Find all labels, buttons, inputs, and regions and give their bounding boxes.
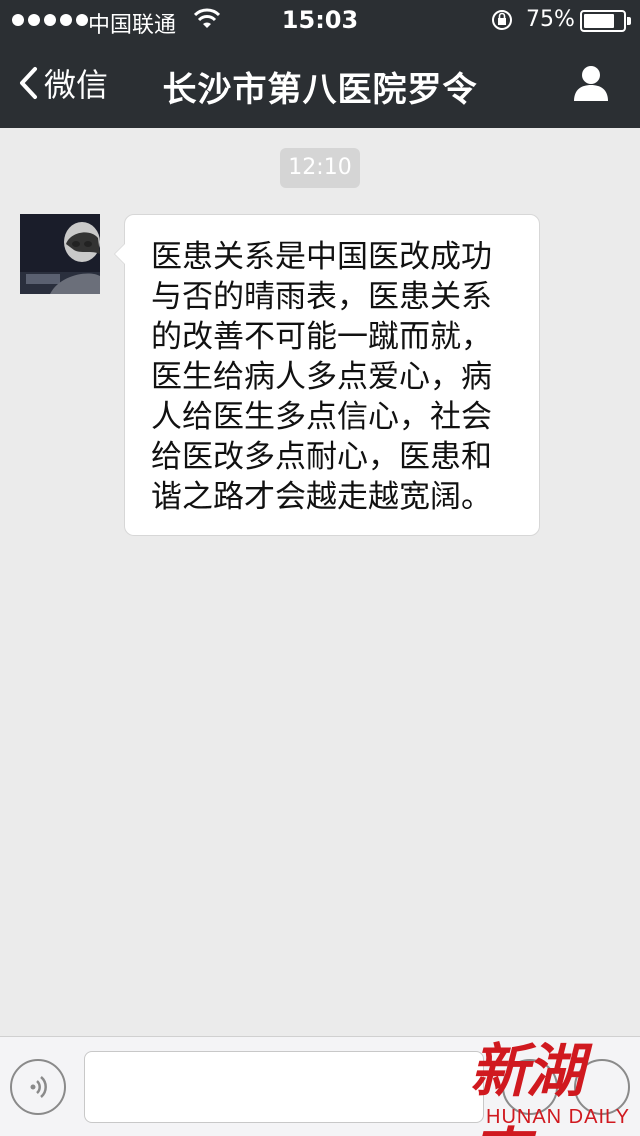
emoji-button[interactable] [502,1059,558,1115]
back-label: 微信 [44,66,109,104]
message-input[interactable] [84,1051,484,1123]
rotation-lock-icon [490,8,514,38]
nav-bar: 微信 长沙市第八医院罗令 [0,40,640,128]
chevron-left-icon [20,67,37,99]
profile-button[interactable] [572,64,610,106]
more-button[interactable] [574,1059,630,1115]
avatar[interactable] [20,214,100,294]
message-timestamp: 12:10 [280,148,360,188]
battery-icon [580,10,631,32]
chat-title: 长沙市第八医院罗令 [162,70,478,110]
voice-button[interactable] [10,1059,66,1115]
back-button[interactable]: 微信 [18,60,108,106]
top-bar: 中国联通 15:03 75% 微信 长沙市第八医院罗令 [0,0,640,128]
battery-percent: 75% [526,7,575,32]
message-bubble[interactable]: 医患关系是中国医改成功与否的晴雨表，医患关系的改善不可能一蹴而就，医生给病人多点… [114,214,540,536]
status-bar: 中国联通 15:03 75% [0,0,640,40]
voice-icon [30,1076,47,1098]
input-bar [0,1036,640,1136]
message-text: 医患关系是中国医改成功与否的晴雨表，医患关系的改善不可能一蹴而就，医生给病人多点… [151,239,492,515]
person-icon [574,66,608,101]
